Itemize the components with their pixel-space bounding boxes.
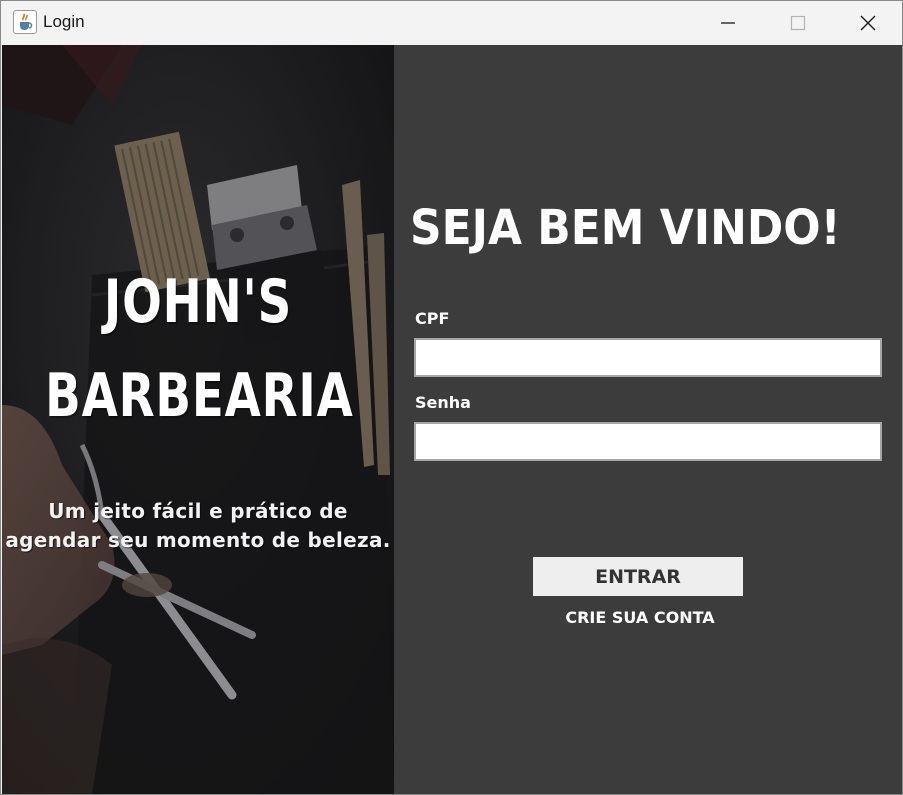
close-icon bbox=[860, 15, 876, 31]
brand-name-line1: JOHN'S bbox=[103, 267, 293, 337]
cpf-input[interactable] bbox=[414, 338, 882, 377]
login-window: Login JOHN'S BARBEARIA Um jeito fácil e … bbox=[0, 0, 903, 795]
window-title: Login bbox=[43, 12, 85, 31]
tagline-line2: agendar seu momento de beleza. bbox=[5, 528, 391, 552]
senha-input[interactable] bbox=[414, 422, 882, 461]
enter-button[interactable]: ENTRAR bbox=[533, 557, 743, 596]
maximize-button[interactable] bbox=[763, 1, 833, 45]
minimize-icon bbox=[721, 22, 735, 24]
senha-label: Senha bbox=[415, 393, 471, 412]
brand-tagline: Um jeito fácil e prático de agendar seu … bbox=[2, 497, 394, 555]
title-bar[interactable]: Login bbox=[1, 1, 902, 45]
close-button[interactable] bbox=[833, 1, 902, 45]
cpf-label: CPF bbox=[415, 309, 450, 328]
brand-name-line2: BARBEARIA bbox=[45, 361, 354, 431]
login-form: SEJA BEM VINDO! CPF Senha ENTRAR CRIE SU… bbox=[394, 45, 902, 794]
welcome-heading: SEJA BEM VINDO! bbox=[410, 200, 841, 256]
maximize-icon bbox=[790, 15, 806, 31]
create-account-link[interactable]: CRIE SUA CONTA bbox=[534, 608, 746, 627]
java-cup-icon bbox=[13, 10, 37, 34]
minimize-button[interactable] bbox=[693, 1, 763, 45]
barbershop-banner: JOHN'S BARBEARIA Um jeito fácil e prátic… bbox=[2, 45, 394, 794]
tagline-line1: Um jeito fácil e prático de bbox=[48, 499, 348, 523]
